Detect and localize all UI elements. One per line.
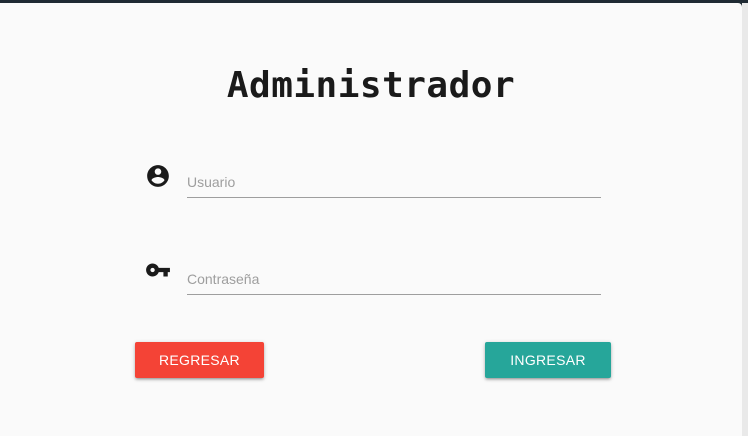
username-input[interactable] [187,167,601,198]
back-button[interactable]: REGRESAR [135,342,264,378]
window-edge [742,3,748,436]
login-button[interactable]: INGRESAR [485,342,611,378]
password-input[interactable] [187,264,601,295]
page-title: Administrador [226,65,516,106]
login-dialog: Administrador REGRESAR INGRESAR [0,3,742,436]
account-circle-icon [145,163,171,189]
key-icon [145,257,171,283]
